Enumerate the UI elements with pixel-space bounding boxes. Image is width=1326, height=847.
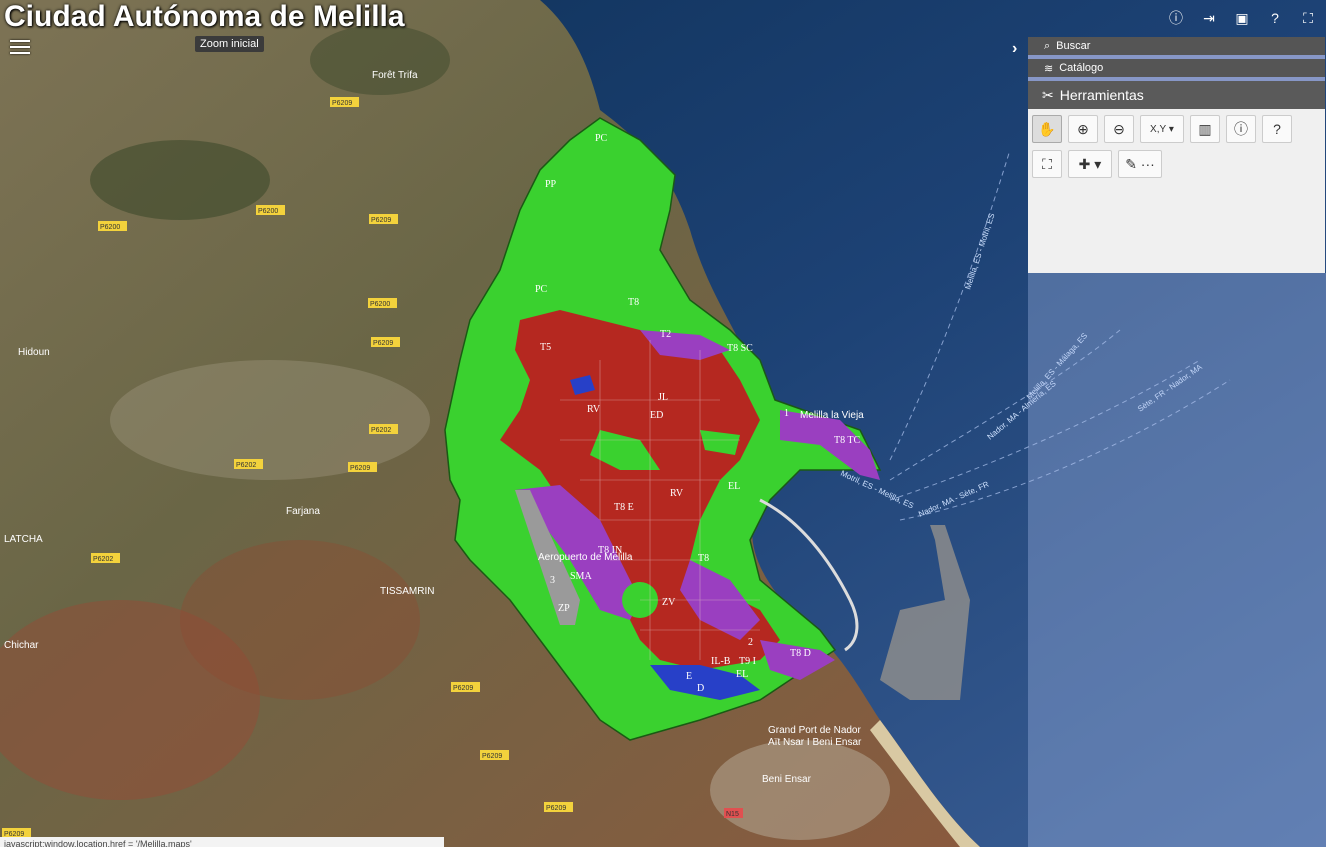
map-icon[interactable]: ▥ bbox=[1190, 115, 1220, 143]
catalog-label: Catálogo bbox=[1059, 62, 1104, 74]
panel-collapse-chevron-icon[interactable]: › bbox=[1012, 40, 1017, 58]
tools-header[interactable]: ✂ Herramientas bbox=[1028, 81, 1325, 109]
search-icon: ⌕ bbox=[1044, 39, 1051, 52]
zoom-in-icon[interactable]: ⊕ bbox=[1068, 115, 1098, 143]
info-icon[interactable]: ⓘ bbox=[1166, 8, 1186, 28]
xy-coordinates-button[interactable]: X,Y ▾ bbox=[1140, 115, 1184, 143]
map-shade-overlay bbox=[1028, 273, 1326, 847]
status-bar: javascript:window.location.href = '/Meli… bbox=[0, 837, 444, 847]
search-bar[interactable]: ⌕ Buscar bbox=[1028, 37, 1325, 55]
search-label: Buscar bbox=[1056, 40, 1091, 52]
pan-hand-icon[interactable]: ✋ bbox=[1032, 115, 1062, 143]
tools-title: Herramientas bbox=[1059, 87, 1144, 103]
menu-hamburger-icon[interactable] bbox=[10, 40, 30, 56]
layers-icon: ≋ bbox=[1044, 62, 1054, 75]
translate-icon[interactable]: ⛶ bbox=[1298, 8, 1318, 28]
help-tool-icon[interactable]: ? bbox=[1262, 115, 1292, 143]
side-panel: ⌕ Buscar ≋ Catálogo ✂ Herramientas ✋ ⊕ ⊖… bbox=[1028, 37, 1325, 273]
tools-icon: ✂ bbox=[1042, 86, 1054, 103]
document-icon[interactable]: ▣ bbox=[1232, 8, 1252, 28]
page-title: Ciudad Autónoma de Melilla bbox=[4, 0, 405, 33]
help-icon[interactable]: ? bbox=[1265, 8, 1285, 28]
top-toolbar: ⓘ ⇥ ▣ ? ⛶ bbox=[1166, 8, 1318, 28]
add-icon[interactable]: ✚ ▾ bbox=[1068, 150, 1112, 178]
info-tool-icon[interactable]: ⓘ bbox=[1226, 115, 1256, 143]
xy-label: X,Y bbox=[1150, 123, 1167, 135]
tools-grid: ✋ ⊕ ⊖ X,Y ▾ ▥ ⓘ ? ⛶ ✚ ▾ ✎ ··· bbox=[1028, 109, 1325, 184]
zoom-out-icon[interactable]: ⊖ bbox=[1104, 115, 1134, 143]
draw-pencil-icon[interactable]: ✎ ··· bbox=[1118, 150, 1162, 178]
zoom-initial-button[interactable]: Zoom inicial bbox=[195, 36, 264, 52]
catalog-bar[interactable]: ≋ Catálogo bbox=[1028, 59, 1325, 77]
layers-translate-icon[interactable]: ⛶ bbox=[1032, 150, 1062, 178]
login-icon[interactable]: ⇥ bbox=[1199, 8, 1219, 28]
